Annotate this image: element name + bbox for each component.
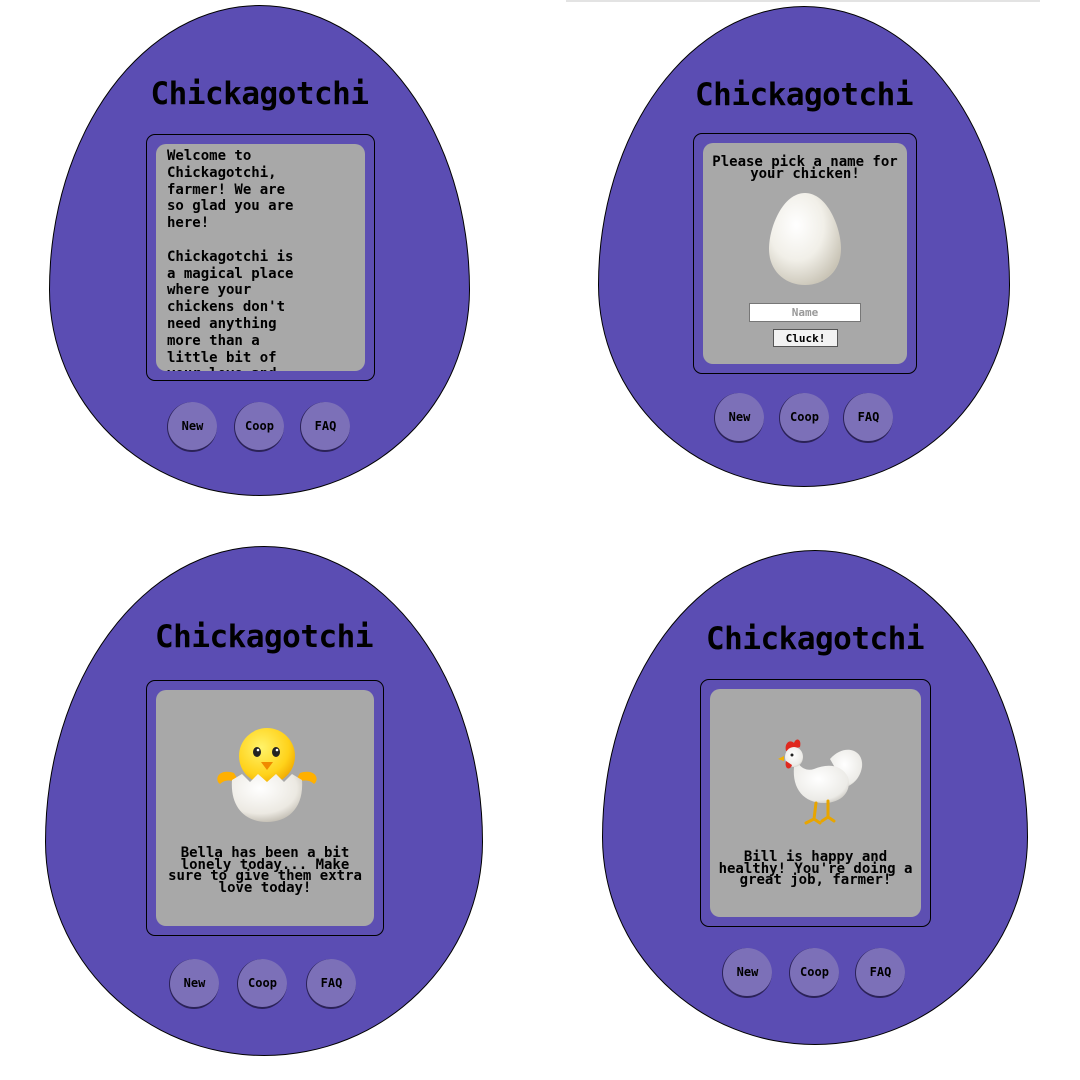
app-title: Chickagotchi bbox=[150, 76, 369, 112]
coop-button[interactable]: Coop bbox=[779, 393, 829, 443]
device-happy: Chickagotchi Bill is happy and healthy! … bbox=[602, 550, 1028, 1045]
top-divider bbox=[566, 0, 1040, 2]
new-button[interactable]: New bbox=[714, 393, 764, 443]
screen-frame: Please pick a name for your chicken! Clu… bbox=[693, 133, 917, 374]
device-lonely: Chickagotchi Bella has been a bit lonely… bbox=[45, 546, 483, 1056]
coop-button[interactable]: Coop bbox=[237, 959, 287, 1009]
app-title: Chickagotchi bbox=[155, 619, 373, 655]
faq-button[interactable]: FAQ bbox=[843, 393, 893, 443]
faq-button[interactable]: FAQ bbox=[306, 959, 356, 1009]
faq-button[interactable]: FAQ bbox=[855, 948, 905, 998]
screen[interactable]: Welcome to Chickagotchi, farmer! We are … bbox=[156, 144, 365, 371]
welcome-text: Welcome to Chickagotchi, farmer! We are … bbox=[167, 148, 294, 371]
new-button[interactable]: New bbox=[722, 948, 772, 998]
coop-button[interactable]: Coop bbox=[789, 948, 839, 998]
screen: Please pick a name for your chicken! Clu… bbox=[703, 143, 907, 364]
device-naming: Chickagotchi Please pick a name for your… bbox=[598, 6, 1010, 487]
chicken-name-input[interactable] bbox=[749, 303, 861, 322]
name-prompt: Please pick a name for your chicken! bbox=[712, 154, 898, 182]
app-title: Chickagotchi bbox=[695, 77, 913, 113]
screen-frame: Bill is happy and healthy! You're doing … bbox=[700, 679, 931, 927]
rooster-icon bbox=[778, 739, 863, 825]
status-message: Bella has been a bit lonely today... Mak… bbox=[168, 845, 362, 896]
new-button[interactable]: New bbox=[169, 959, 219, 1009]
screen: Bill is happy and healthy! You're doing … bbox=[710, 689, 921, 917]
status-message: Bill is happy and healthy! You're doing … bbox=[718, 849, 913, 888]
screen-frame: Welcome to Chickagotchi, farmer! We are … bbox=[146, 134, 375, 381]
egg-icon bbox=[769, 193, 841, 285]
new-button[interactable]: New bbox=[167, 402, 217, 452]
hatching-chick-icon bbox=[217, 728, 317, 822]
device-welcome: Chickagotchi Welcome to Chickagotchi, fa… bbox=[49, 5, 470, 496]
faq-button[interactable]: FAQ bbox=[300, 402, 350, 452]
app-title: Chickagotchi bbox=[706, 621, 924, 657]
coop-button[interactable]: Coop bbox=[234, 402, 284, 452]
screen-frame: Bella has been a bit lonely today... Mak… bbox=[146, 680, 384, 936]
screen: Bella has been a bit lonely today... Mak… bbox=[156, 690, 374, 926]
cluck-button[interactable]: Cluck! bbox=[773, 329, 838, 347]
